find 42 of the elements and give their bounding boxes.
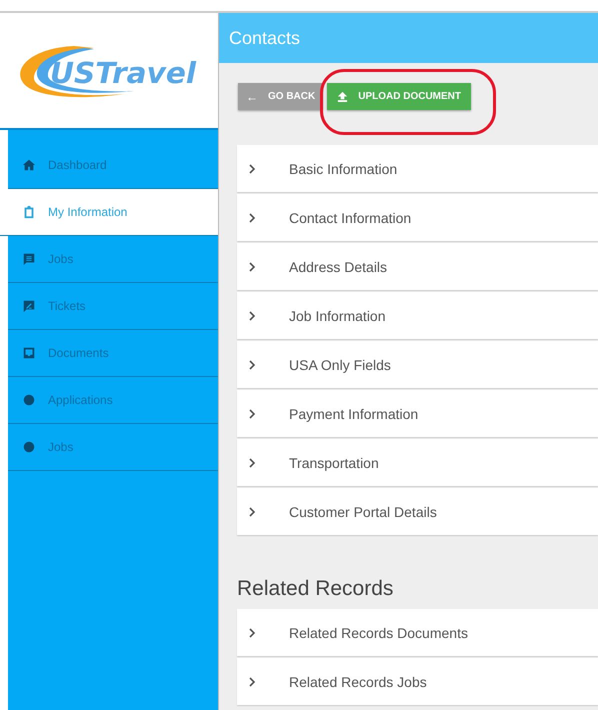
chevron-icon bbox=[247, 164, 257, 174]
section-title: Basic Information bbox=[289, 160, 398, 176]
logo: USTravel bbox=[14, 36, 204, 106]
accordion-section[interactable]: USA Only Fields bbox=[237, 341, 598, 388]
chevron-icon bbox=[247, 458, 257, 468]
section-title: Transportation bbox=[289, 454, 379, 470]
chat-list-icon bbox=[22, 252, 36, 266]
section-title: USA Only Fields bbox=[289, 356, 391, 372]
upload-icon bbox=[337, 91, 348, 102]
chevron-icon bbox=[247, 628, 257, 638]
accordion-section[interactable]: Payment Information bbox=[237, 390, 598, 437]
dot-icon bbox=[22, 393, 36, 407]
accordion-section[interactable]: Related Records Jobs bbox=[237, 658, 598, 705]
chevron-icon bbox=[247, 360, 257, 370]
section-heading: Related Records bbox=[236, 576, 394, 602]
chevron-icon bbox=[247, 408, 257, 418]
back-arrow-icon: ← bbox=[246, 90, 258, 104]
chevron-icon bbox=[247, 212, 257, 222]
home-icon bbox=[22, 158, 36, 172]
section-title: Payment Information bbox=[289, 406, 418, 422]
section-title: Related Records Jobs bbox=[289, 674, 427, 690]
accordion-section[interactable]: Transportation bbox=[237, 439, 598, 486]
accordion-section[interactable]: Address Details bbox=[237, 243, 598, 290]
section-title: Job Information bbox=[289, 308, 386, 324]
accordion-section[interactable]: Job Information bbox=[237, 292, 598, 339]
chevron-icon bbox=[247, 676, 257, 686]
section-title: Related Records Documents bbox=[289, 624, 468, 640]
chevron-icon bbox=[247, 310, 257, 320]
inbox-icon bbox=[22, 346, 36, 360]
accordion-section[interactable]: Basic Information bbox=[237, 145, 598, 192]
accordion-section[interactable]: Related Records Documents bbox=[237, 609, 598, 656]
section-title: Customer Portal Details bbox=[289, 504, 437, 520]
page-header: Contacts bbox=[219, 13, 598, 63]
accordion-section[interactable]: Contact Information bbox=[237, 194, 598, 241]
section-title: Contact Information bbox=[289, 210, 412, 226]
chat-edit-icon bbox=[22, 299, 36, 313]
clipboard-icon bbox=[22, 205, 36, 219]
dot-icon bbox=[22, 440, 36, 454]
accordion-section[interactable]: Customer Portal Details bbox=[237, 488, 598, 535]
chevron-icon bbox=[247, 262, 257, 272]
section-title: Address Details bbox=[289, 258, 388, 274]
chevron-icon bbox=[247, 506, 257, 516]
